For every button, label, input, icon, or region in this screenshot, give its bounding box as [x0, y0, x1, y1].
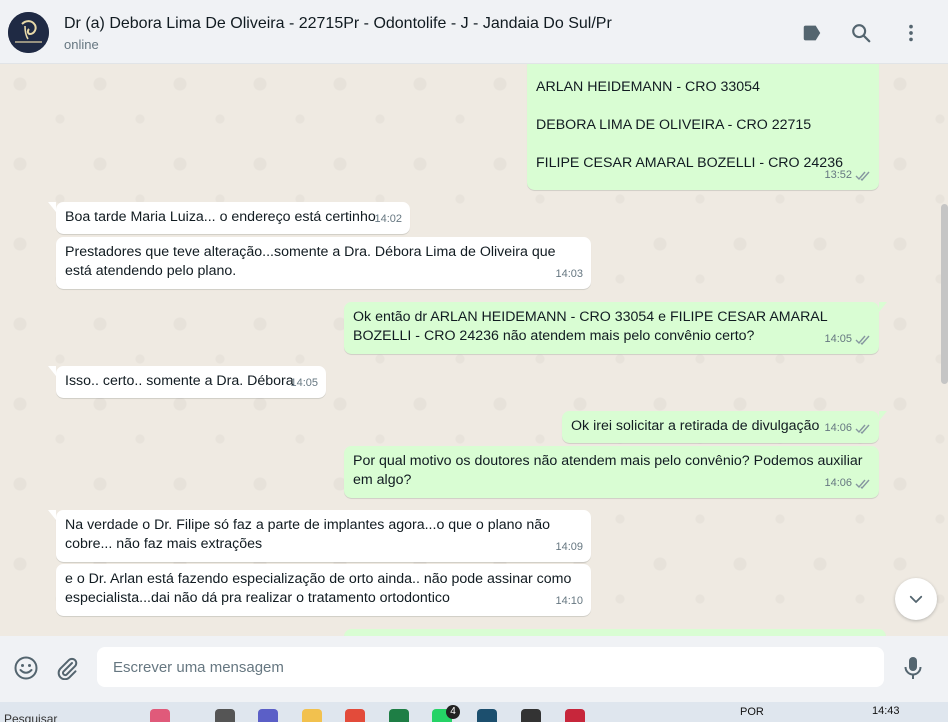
contact-avatar[interactable]	[8, 12, 49, 53]
message-text: e o Dr. Arlan está fazendo especializaçã…	[65, 571, 572, 606]
message-input[interactable]	[97, 647, 884, 687]
message-time: 14:03	[555, 268, 583, 280]
message-bubble-outgoing[interactable]	[344, 629, 886, 636]
message-meta: 14:06	[824, 419, 871, 438]
message-text: Isso.. certo.. somente a Dra. Débora	[65, 373, 294, 389]
chat-header[interactable]: Dr (a) Debora Lima De Oliveira - 22715Pr…	[0, 0, 948, 64]
message-meta: 14:05	[824, 330, 871, 349]
composer-bar	[0, 636, 948, 702]
message-meta: 14:05	[290, 374, 318, 393]
os-taskbar: Pesquisar 4 POR 14:43	[0, 702, 948, 722]
taskbar-search[interactable]: Pesquisar	[4, 712, 57, 722]
message-bubble-incoming[interactable]: e o Dr. Arlan está fazendo especializaçã…	[56, 564, 591, 616]
taskbar-app-icon[interactable]	[521, 709, 541, 722]
message-bubble-incoming[interactable]: Prestadores que teve alteração...somente…	[56, 237, 591, 289]
emoji-icon[interactable]	[13, 655, 39, 681]
message-time: 14:05	[824, 333, 852, 345]
whatsapp-badge: 4	[446, 705, 460, 719]
message-time: 14:06	[824, 422, 852, 434]
taskbar-app-icon[interactable]	[565, 709, 585, 722]
read-ticks-icon	[855, 171, 870, 181]
message-meta: 14:06	[824, 474, 871, 493]
message-text: Ok então dr ARLAN HEIDEMANN - CRO 33054 …	[353, 309, 828, 344]
message-text: Por qual motivo os doutores não atendem …	[353, 453, 863, 488]
message-time: 14:05	[290, 377, 318, 389]
message-line: ARLAN HEIDEMANN - CRO 33054	[536, 79, 760, 95]
chevron-down-icon	[909, 595, 923, 603]
message-bubble-incoming[interactable]: Na verdade o Dr. Filipe só faz a parte d…	[48, 510, 591, 562]
bubble-tail-icon	[879, 411, 887, 421]
message-time: 14:06	[824, 477, 852, 489]
menu-icon[interactable]	[900, 22, 922, 44]
microphone-icon[interactable]	[900, 655, 926, 681]
message-meta: 13:52	[824, 166, 871, 185]
message-time: 14:02	[374, 213, 402, 225]
message-meta: 14:02	[374, 210, 402, 229]
read-ticks-icon	[855, 335, 870, 345]
excel-icon[interactable]	[389, 709, 409, 722]
message-bubble-incoming[interactable]: Boa tarde Maria Luiza... o endereço está…	[48, 202, 410, 234]
read-ticks-icon	[855, 479, 870, 489]
taskbar-app-icon[interactable]	[215, 709, 235, 722]
attach-icon[interactable]	[54, 655, 80, 681]
message-line	[536, 97, 870, 116]
contact-status: online	[64, 37, 99, 52]
chat-scrollbar[interactable]	[941, 204, 948, 384]
message-bubble-outgoing[interactable]: Ok então dr ARLAN HEIDEMANN - CRO 33054 …	[344, 302, 887, 354]
message-bubble-incoming[interactable]: Isso.. certo.. somente a Dra. Débora 14:…	[48, 366, 326, 398]
bubble-tail-icon	[48, 202, 56, 212]
message-time: 13:52	[824, 169, 852, 181]
read-ticks-icon	[855, 424, 870, 434]
message-meta: 14:03	[555, 265, 583, 284]
bubble-tail-icon	[48, 510, 56, 520]
scroll-to-bottom-button[interactable]	[895, 578, 937, 620]
message-time: 14:09	[555, 541, 583, 553]
message-text: Prestadores que teve alteração...somente…	[65, 244, 556, 279]
message-time: 14:10	[555, 595, 583, 607]
search-icon[interactable]	[850, 22, 872, 44]
taskbar-app-icon[interactable]	[477, 709, 497, 722]
chat-area[interactable]: ARLAN HEIDEMANN - CRO 33054 DEBORA LIMA …	[0, 64, 948, 636]
message-meta: 14:09	[555, 538, 583, 557]
bubble-tail-icon	[879, 302, 887, 312]
label-icon[interactable]	[801, 22, 823, 44]
odontolife-logo-icon	[8, 12, 49, 53]
contact-name[interactable]: Dr (a) Debora Lima De Oliveira - 22715Pr…	[64, 15, 612, 33]
file-explorer-icon[interactable]	[302, 709, 322, 722]
message-meta: 14:10	[555, 592, 583, 611]
system-clock[interactable]: 14:43	[872, 705, 900, 717]
message-text: Boa tarde Maria Luiza... o endereço está…	[65, 209, 376, 225]
message-text: Na verdade o Dr. Filipe só faz a parte d…	[65, 517, 551, 552]
teams-icon[interactable]	[258, 709, 278, 722]
chrome-icon[interactable]	[345, 709, 365, 722]
message-bubble-outgoing[interactable]: ARLAN HEIDEMANN - CRO 33054 DEBORA LIMA …	[527, 64, 879, 190]
message-line: DEBORA LIMA DE OLIVEIRA - CRO 22715	[536, 117, 812, 133]
message-line	[536, 135, 870, 154]
message-bubble-outgoing[interactable]: Por qual motivo os doutores não atendem …	[344, 446, 879, 498]
bubble-tail-icon	[48, 366, 56, 376]
message-bubble-outgoing[interactable]: Ok irei solicitar a retirada de divulgaç…	[562, 411, 887, 443]
message-line: FILIPE CESAR AMARAL BOZELLI - CRO 24236	[536, 155, 843, 171]
taskbar-app-icon[interactable]	[150, 709, 170, 722]
input-language[interactable]: POR	[740, 706, 764, 718]
